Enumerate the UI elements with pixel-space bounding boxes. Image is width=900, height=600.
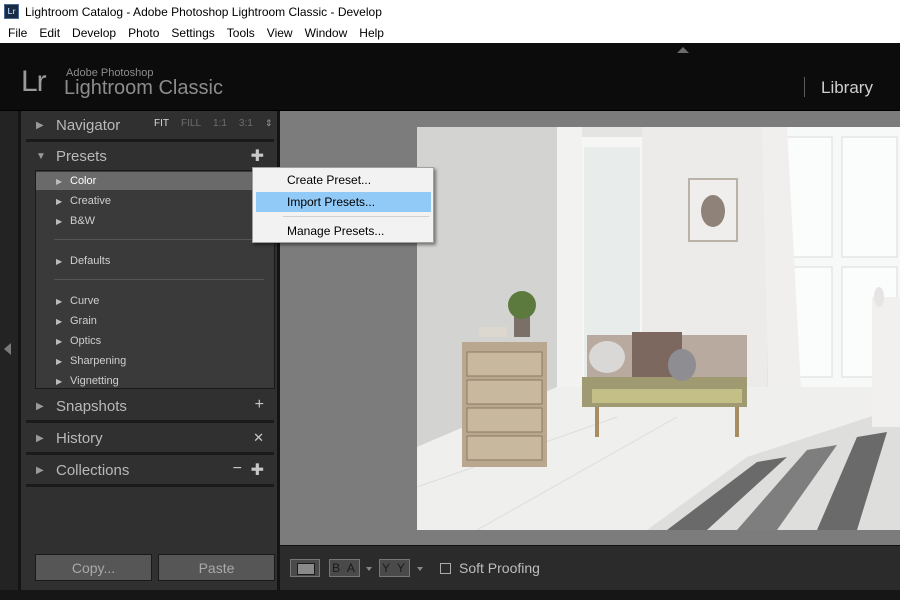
left-panel-toggle-strip[interactable] [0, 111, 18, 600]
photo-preview [417, 127, 900, 530]
lightroom-logo: Lr [21, 65, 47, 98]
preset-group-label: Vignetting [70, 375, 119, 387]
preset-group-bw[interactable]: ▶ B&W [36, 212, 274, 230]
menu-tools[interactable]: Tools [221, 23, 261, 43]
presets-context-menu: Create Preset... Import Presets... Manag… [252, 167, 434, 243]
menu-bar: File Edit Develop Photo Settings Tools V… [0, 23, 900, 43]
history-title: History [56, 429, 103, 447]
panel-divider [26, 484, 274, 487]
navigator-title: Navigator [56, 116, 121, 134]
import-presets-menu-item[interactable]: Import Presets... [256, 192, 431, 212]
preset-group-label: Curve [70, 295, 100, 307]
preset-group-grain[interactable]: ▶ Grain [36, 312, 274, 330]
menu-edit[interactable]: Edit [33, 23, 66, 43]
snapshots-header[interactable]: ▶ Snapshots + [36, 392, 276, 420]
preset-group-label: Color [70, 175, 97, 187]
soft-proofing-checkbox[interactable] [440, 563, 451, 574]
window-title: Lightroom Catalog - Adobe Photoshop Ligh… [25, 4, 382, 19]
preset-group-label: B&W [70, 215, 96, 227]
before-after-button[interactable]: B A [329, 559, 360, 577]
copy-settings-button[interactable]: Copy... [35, 554, 152, 581]
menu-settings[interactable]: Settings [165, 23, 220, 43]
preset-group-vignetting[interactable]: ▶ Vignetting [36, 372, 274, 390]
expand-triangle-icon: ▶ [36, 464, 44, 476]
paste-settings-button[interactable]: Paste [158, 554, 275, 581]
menu-photo[interactable]: Photo [122, 23, 165, 43]
clear-history-close-icon[interactable]: ✕ [253, 430, 264, 446]
preset-divider [54, 239, 264, 240]
zoom-1-1[interactable]: 1:1 [213, 118, 227, 129]
add-snapshot-plus-icon[interactable]: + [255, 396, 264, 414]
expand-triangle-icon: ▶ [36, 400, 44, 412]
collapse-top-panel-icon[interactable] [677, 47, 689, 53]
add-preset-plus-icon[interactable]: ✚ [251, 146, 264, 166]
soft-proofing-label: Soft Proofing [459, 560, 540, 576]
panel-divider [26, 452, 274, 455]
menu-separator [283, 216, 429, 217]
zoom-3-1[interactable]: 3:1 [239, 118, 253, 129]
expand-arrow-icon: ▶ [56, 336, 63, 346]
expand-arrow-icon: ▶ [56, 176, 63, 186]
zoom-stepper-icon[interactable]: ⇕ [265, 118, 273, 129]
loupe-view-button[interactable] [290, 559, 320, 577]
menu-help[interactable]: Help [353, 23, 390, 43]
expand-triangle-icon: ▶ [36, 119, 44, 131]
remove-collection-minus-icon[interactable]: − [233, 460, 242, 478]
expand-arrow-icon: ▶ [56, 356, 63, 366]
before-after-dropdown-icon[interactable] [366, 567, 372, 571]
preset-divider [54, 279, 264, 280]
presets-title: Presets [56, 147, 107, 165]
history-header[interactable]: ▶ History ✕ [36, 424, 276, 452]
preset-group-optics[interactable]: ▶ Optics [36, 332, 274, 350]
lightroom-app-icon: Lr [4, 4, 19, 19]
preset-group-curve[interactable]: ▶ Curve [36, 292, 274, 310]
expand-arrow-icon: ▶ [56, 296, 63, 306]
menu-view[interactable]: View [261, 23, 299, 43]
presets-header[interactable]: ▼ Presets ✚ [36, 142, 276, 170]
expand-arrow-icon: ▶ [56, 316, 63, 326]
navigator-zoom-options: FIT FILL 1:1 3:1 ⇕ [154, 118, 272, 129]
collections-title: Collections [56, 461, 130, 479]
preset-group-label: Defaults [70, 255, 111, 267]
collapse-triangle-icon: ▼ [36, 150, 46, 162]
expand-arrow-icon: ▶ [56, 196, 63, 206]
preset-group-creative[interactable]: ▶ Creative [36, 192, 274, 210]
before-after-swap-button[interactable]: Y Y [379, 559, 410, 577]
filmstrip-strip [0, 590, 900, 600]
add-collection-plus-icon[interactable]: ✚ [251, 460, 264, 480]
snapshots-title: Snapshots [56, 397, 127, 415]
window-title-bar: Lr Lightroom Catalog - Adobe Photoshop L… [0, 0, 900, 23]
presets-list: ▶ Color ▶ Creative ▶ B&W ▶ Defaults ▶ Cu… [35, 170, 275, 389]
menu-file[interactable]: File [2, 23, 33, 43]
create-preset-menu-item[interactable]: Create Preset... [256, 170, 431, 190]
expand-arrow-icon: ▶ [56, 216, 63, 226]
menu-develop[interactable]: Develop [66, 23, 122, 43]
develop-toolbar: B A Y Y Soft Proofing [280, 545, 900, 590]
expand-arrow-icon: ▶ [56, 376, 63, 386]
expand-arrow-icon: ▶ [56, 256, 63, 266]
preset-group-label: Optics [70, 335, 102, 347]
collections-header[interactable]: ▶ Collections − ✚ [36, 456, 276, 484]
panel-divider [26, 420, 274, 423]
expand-triangle-icon: ▶ [36, 432, 44, 444]
menu-window[interactable]: Window [299, 23, 354, 43]
preset-group-color[interactable]: ▶ Color [36, 172, 274, 190]
module-library[interactable]: Library [821, 78, 873, 98]
bedroom-photo-illustration [417, 127, 900, 530]
preset-group-label: Sharpening [70, 355, 127, 367]
left-panel: ▶ Navigator FIT FILL 1:1 3:1 ⇕ ▼ Presets… [18, 111, 280, 600]
preset-group-sharpening[interactable]: ▶ Sharpening [36, 352, 274, 370]
swap-dropdown-icon[interactable] [417, 567, 423, 571]
manage-presets-menu-item[interactable]: Manage Presets... [256, 221, 431, 241]
identity-plate: Lr Adobe Photoshop Lightroom Classic Lib… [0, 43, 900, 111]
preset-group-label: Creative [70, 195, 111, 207]
zoom-fill[interactable]: FILL [181, 118, 201, 129]
preset-group-defaults[interactable]: ▶ Defaults [36, 252, 274, 270]
collapse-left-panel-icon[interactable] [4, 343, 11, 355]
module-divider [804, 77, 805, 97]
preset-group-label: Grain [70, 315, 97, 327]
brand-title: Lightroom Classic [64, 77, 223, 99]
zoom-fit[interactable]: FIT [154, 118, 169, 129]
